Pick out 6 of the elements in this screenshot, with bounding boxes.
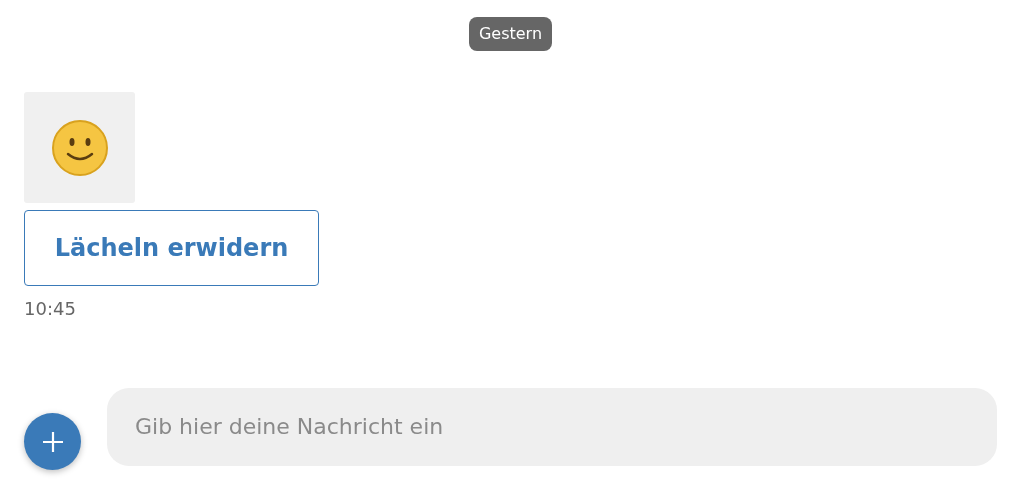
reply-smile-button[interactable]: Lächeln erwidern — [24, 210, 319, 286]
plus-icon — [41, 430, 64, 453]
smiley-icon — [50, 118, 109, 177]
message-input[interactable]: Gib hier deine Nachricht ein — [107, 387, 997, 466]
add-button[interactable] — [24, 413, 81, 470]
message-time: 10:45 — [24, 298, 76, 319]
